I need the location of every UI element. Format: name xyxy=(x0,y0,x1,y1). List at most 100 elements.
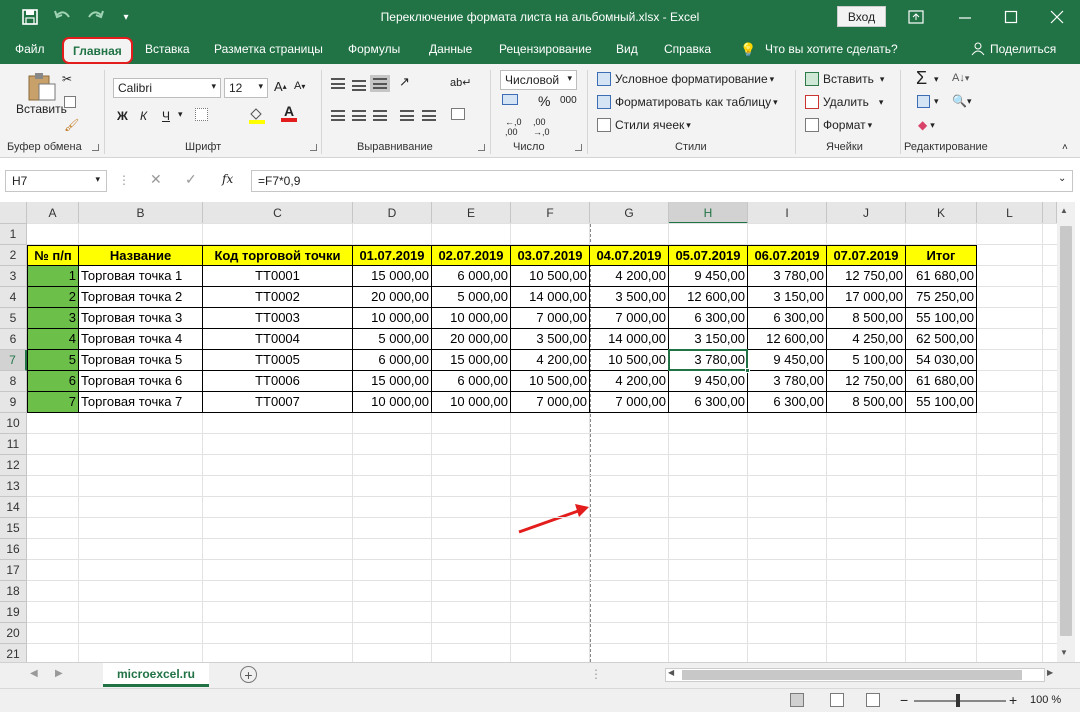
wrap-text-icon[interactable]: ab↵ xyxy=(450,76,471,89)
table-cell[interactable]: ТТ0007 xyxy=(203,392,353,413)
decrease-indent-icon[interactable] xyxy=(400,110,414,121)
table-cell[interactable]: Торговая точка 4 xyxy=(79,329,203,350)
tell-me-search[interactable]: Что вы хотите сделать? xyxy=(765,42,898,56)
row-header-1[interactable]: 1 xyxy=(0,224,27,245)
collapse-ribbon-icon[interactable]: ˄ xyxy=(1062,142,1068,153)
row-header-18[interactable]: 18 xyxy=(0,581,27,602)
column-header-d[interactable]: D xyxy=(353,202,432,224)
table-cell[interactable]: 5 100,00 xyxy=(827,350,906,371)
table-cell[interactable]: 7 000,00 xyxy=(590,308,669,329)
table-cell[interactable]: 5 000,00 xyxy=(432,287,511,308)
table-header-cell[interactable]: 02.07.2019 xyxy=(432,245,511,266)
table-cell[interactable]: 6 300,00 xyxy=(748,392,827,413)
normal-view-icon[interactable] xyxy=(790,693,808,707)
table-header-cell[interactable]: 06.07.2019 xyxy=(748,245,827,266)
page-break-view-icon[interactable] xyxy=(866,693,884,707)
tab-home[interactable]: Главная xyxy=(62,37,133,64)
align-left-icon[interactable] xyxy=(331,110,345,121)
table-cell[interactable]: Торговая точка 1 xyxy=(79,266,203,287)
column-header-h[interactable]: H xyxy=(669,202,748,224)
font-launcher-icon[interactable] xyxy=(310,144,317,151)
table-cell[interactable]: ТТ0006 xyxy=(203,371,353,392)
table-cell[interactable]: 6 300,00 xyxy=(669,308,748,329)
ribbon-display-icon[interactable] xyxy=(905,7,927,27)
tab-formulas[interactable]: Формулы xyxy=(348,42,400,56)
page-layout-view-icon[interactable] xyxy=(830,693,848,707)
table-cell[interactable]: 7 000,00 xyxy=(511,308,590,329)
table-cell[interactable]: 15 000,00 xyxy=(353,371,432,392)
table-cell[interactable]: 14 000,00 xyxy=(511,287,590,308)
scroll-right-icon[interactable]: ▶ xyxy=(1047,668,1053,677)
table-cell[interactable]: 10 500,00 xyxy=(590,350,669,371)
expand-formula-icon[interactable]: ⌄ xyxy=(1058,173,1066,184)
clear-icon[interactable]: ◆ ▾ xyxy=(918,118,935,132)
tab-view[interactable]: Вид xyxy=(616,42,638,56)
table-cell[interactable]: 6 300,00 xyxy=(748,308,827,329)
table-cell[interactable]: 3 780,00 xyxy=(748,266,827,287)
table-cell[interactable]: 12 600,00 xyxy=(748,329,827,350)
table-cell[interactable]: Торговая точка 6 xyxy=(79,371,203,392)
row-header-10[interactable]: 10 xyxy=(0,413,27,434)
row-header-17[interactable]: 17 xyxy=(0,560,27,581)
table-cell[interactable]: 6 000,00 xyxy=(353,350,432,371)
table-cell[interactable]: 17 000,00 xyxy=(827,287,906,308)
bold-button[interactable]: Ж xyxy=(117,109,128,123)
tab-review[interactable]: Рецензирование xyxy=(499,42,592,56)
table-header-cell[interactable]: Итог xyxy=(906,245,977,266)
table-cell[interactable]: 6 xyxy=(27,371,79,392)
insert-function-icon[interactable]: fx xyxy=(222,172,233,186)
table-cell[interactable]: 54 030,00 xyxy=(906,350,977,371)
number-launcher-icon[interactable] xyxy=(575,144,582,151)
table-cell[interactable]: 10 000,00 xyxy=(432,392,511,413)
font-size-select[interactable]: 12 ▾ xyxy=(224,78,268,98)
table-header-cell[interactable]: 03.07.2019 xyxy=(511,245,590,266)
column-header-j[interactable]: J xyxy=(827,202,906,224)
tab-split-icon[interactable]: ⋮ xyxy=(590,667,602,681)
table-cell[interactable]: 62 500,00 xyxy=(906,329,977,350)
table-cell[interactable]: 3 500,00 xyxy=(511,329,590,350)
table-cell[interactable]: Торговая точка 7 xyxy=(79,392,203,413)
row-header-4[interactable]: 4 xyxy=(0,287,27,308)
vertical-scrollbar[interactable]: ▲ ▼ xyxy=(1057,202,1075,662)
table-header-cell[interactable]: № п/п xyxy=(27,245,79,266)
sheet-tab[interactable]: microexcel.ru xyxy=(103,663,209,687)
tab-data[interactable]: Данные xyxy=(429,42,472,56)
maximize-icon[interactable] xyxy=(1000,7,1022,27)
zoom-level[interactable]: 100 % xyxy=(1030,694,1061,706)
merge-center-icon[interactable] xyxy=(451,108,469,120)
autosum-icon[interactable]: Σ xyxy=(916,68,927,89)
table-cell[interactable]: 10 000,00 xyxy=(432,308,511,329)
table-cell[interactable]: 4 200,00 xyxy=(590,266,669,287)
shrink-font-icon[interactable]: A ▾ xyxy=(294,80,305,92)
table-cell[interactable]: 5 000,00 xyxy=(353,329,432,350)
zoom-out-icon[interactable]: − xyxy=(900,692,908,708)
table-cell[interactable]: 3 500,00 xyxy=(590,287,669,308)
table-cell[interactable]: 3 780,00 xyxy=(748,371,827,392)
row-header-5[interactable]: 5 xyxy=(0,308,27,329)
add-sheet-icon[interactable]: + xyxy=(240,666,257,683)
alignment-launcher-icon[interactable] xyxy=(478,144,485,151)
column-header-g[interactable]: G xyxy=(590,202,669,224)
table-cell[interactable]: 8 500,00 xyxy=(827,308,906,329)
table-cell[interactable]: 9 450,00 xyxy=(748,350,827,371)
borders-icon[interactable] xyxy=(195,108,212,121)
row-header-20[interactable]: 20 xyxy=(0,623,27,644)
format-as-table-button[interactable]: Форматировать как таблицу ▾ xyxy=(597,95,778,109)
column-header-i[interactable]: I xyxy=(748,202,827,224)
number-format-select[interactable]: Числовой ▾ xyxy=(500,70,577,90)
font-name-select[interactable]: Calibri ▾ xyxy=(113,78,221,98)
formula-input[interactable]: =F7*0,9 xyxy=(251,170,1073,192)
fill-handle[interactable] xyxy=(745,368,750,373)
paste-button[interactable]: Вставить xyxy=(16,72,67,116)
table-cell[interactable]: 6 300,00 xyxy=(669,392,748,413)
increase-indent-icon[interactable] xyxy=(422,110,436,121)
table-cell[interactable]: 61 680,00 xyxy=(906,371,977,392)
font-color-icon[interactable]: A xyxy=(281,104,297,122)
find-select-icon[interactable]: 🔍 ▾ xyxy=(952,94,971,108)
delete-cells-button[interactable]: Удалить ▾ xyxy=(805,95,883,109)
table-cell[interactable]: 12 750,00 xyxy=(827,371,906,392)
table-cell[interactable]: Торговая точка 5 xyxy=(79,350,203,371)
accounting-format-icon[interactable] xyxy=(502,94,522,105)
table-cell[interactable]: 10 500,00 xyxy=(511,266,590,287)
tab-page-layout[interactable]: Разметка страницы xyxy=(214,42,323,56)
